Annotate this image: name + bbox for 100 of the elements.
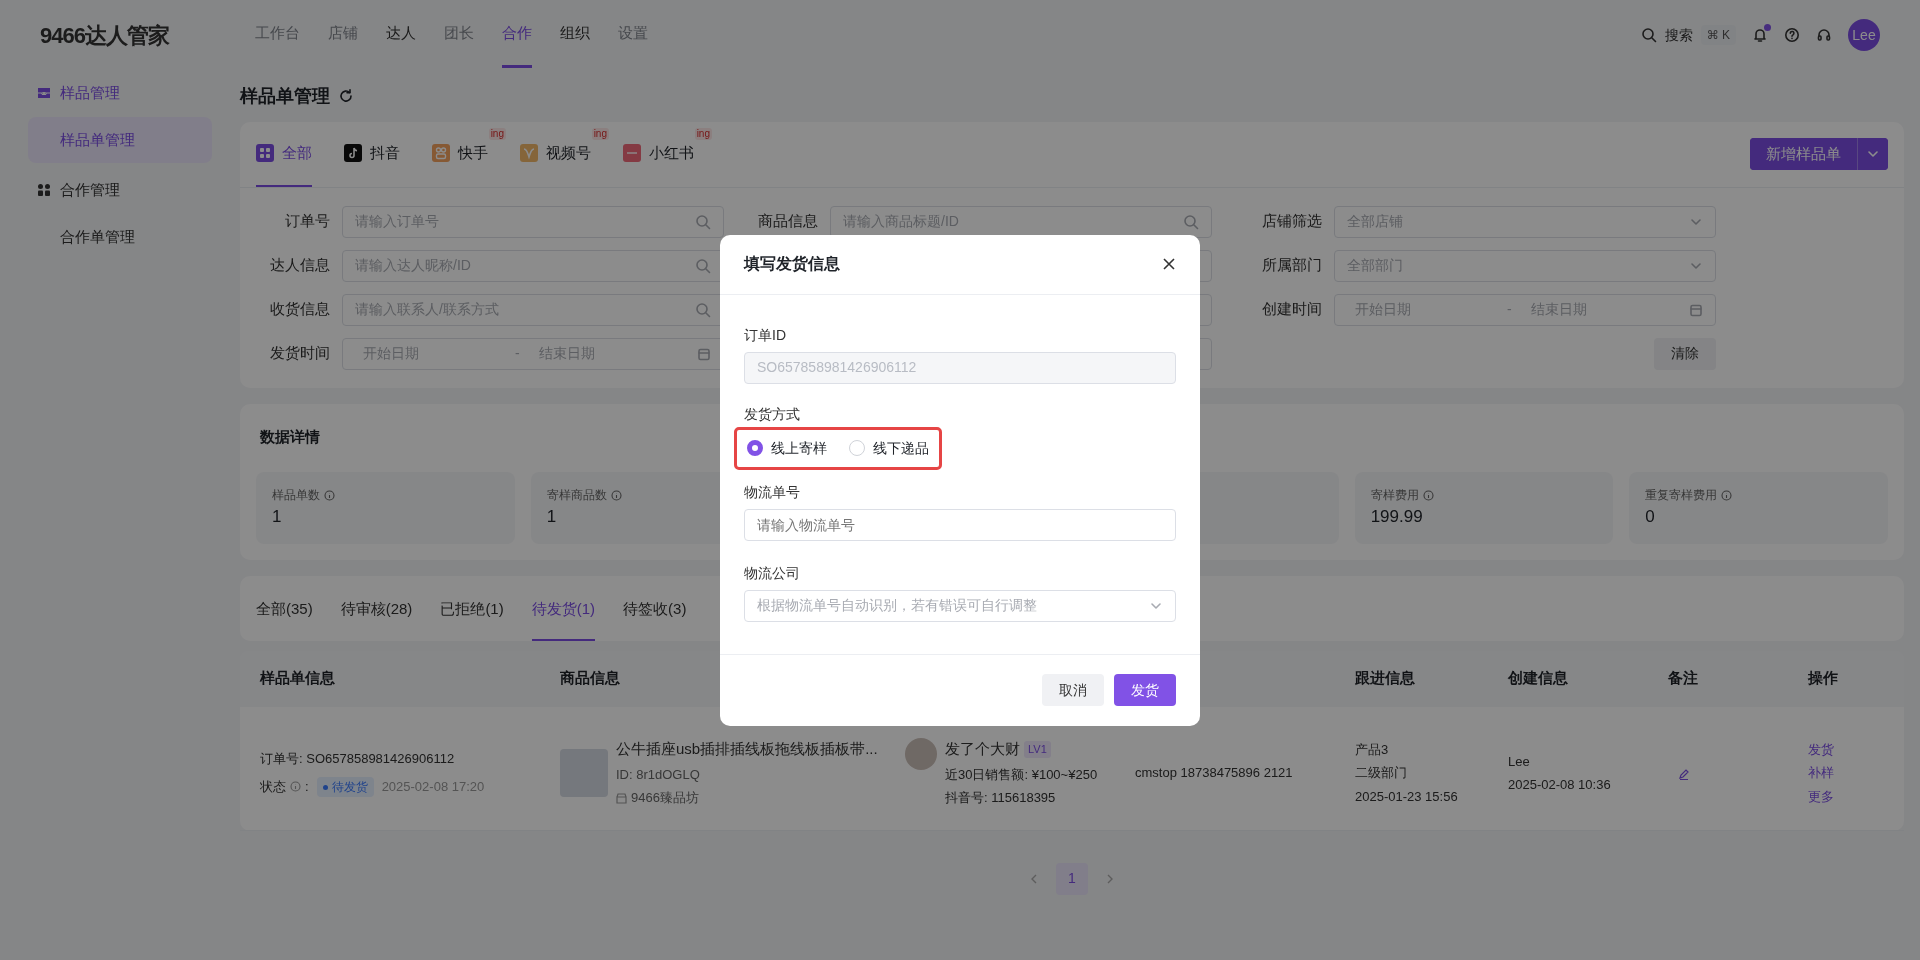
search-icon (1640, 27, 1657, 43)
contact-info: cmstop 18738475896 2121 (1135, 764, 1294, 783)
search-icon (1183, 213, 1199, 230)
beta-badge: ing (591, 128, 609, 140)
ship-button[interactable]: 发货 (1114, 674, 1176, 706)
filter-label: 发货时间 (269, 343, 330, 364)
account-id: 抖音号: 115618395 (945, 789, 1057, 808)
filter-label: 达人信息 (269, 255, 330, 276)
shop-name: 9466臻品坊 (631, 789, 699, 808)
cancel-button[interactable]: 取消 (1042, 674, 1104, 706)
edit-icon[interactable] (1678, 767, 1690, 780)
status-separator: : (305, 778, 309, 796)
user-avatar[interactable]: Lee (1848, 19, 1880, 51)
creator-name: Lee (1508, 752, 1531, 771)
order-id-field[interactable]: SO657858981426906112 (744, 351, 1176, 384)
status-tab[interactable]: 已拒绝(1) (440, 576, 504, 641)
stat-label: 寄样商品数 (546, 487, 607, 504)
close-icon[interactable] (1162, 257, 1176, 271)
dialog-title: 填写发货信息 (744, 254, 840, 275)
filter-label: 商品信息 (757, 211, 818, 232)
radio-label[interactable]: 线上寄样 (771, 437, 827, 459)
butterfly-icon (520, 144, 538, 163)
avatar-placeholder (905, 738, 937, 771)
column-header: 创建信息 (1508, 668, 1569, 689)
stat-label: 重复寄样费用 (1645, 487, 1718, 504)
tracking-number-input[interactable]: 请输入物流单号 (744, 508, 1176, 541)
action-link[interactable]: 发货 (1808, 739, 1884, 760)
sidebar-item[interactable]: 合作单管理 (28, 213, 212, 260)
stat-value: 199.99 (1370, 506, 1423, 528)
info-icon (324, 489, 335, 501)
influencer-name[interactable]: 发了个大财 (945, 738, 1020, 761)
status-tab[interactable]: 待发货(1) (531, 576, 596, 641)
shortcut-key: ⌘ K (1700, 25, 1736, 45)
calendar-icon (1689, 302, 1703, 317)
product-id: ID: 8r1dOGLQ (616, 765, 701, 784)
field-label: 物流单号 (744, 482, 801, 502)
nav-tab[interactable]: 合作 (502, 2, 532, 68)
filter-label: 收货信息 (269, 299, 330, 320)
carrier-select[interactable]: 根据物流单号自动识别，若有错误可自行调整 (744, 589, 1176, 622)
circles-icon (432, 144, 450, 163)
status-label: 状态 (260, 778, 286, 796)
radio-button[interactable] (747, 440, 763, 456)
stat-label: 寄样费用 (1370, 487, 1419, 504)
status-badge: 待发货 (316, 776, 374, 797)
column-header: 商品信息 (560, 668, 621, 689)
info-icon (290, 781, 301, 793)
new-sample-button[interactable]: 新增样品单 (1750, 138, 1858, 171)
filter-label: 订单号 (284, 211, 330, 232)
platform-tab[interactable]: 抖音 (370, 142, 400, 165)
platform-tab[interactable]: 快手 (458, 142, 488, 165)
bell-icon[interactable] (1752, 27, 1768, 43)
field-label: 物流公司 (744, 563, 801, 583)
sidebar-group[interactable]: 样品管理 (60, 82, 120, 105)
refresh-icon[interactable] (338, 88, 354, 104)
created-time: 2025-02-08 10:36 (1508, 776, 1612, 794)
nav-tab[interactable]: 达人 (386, 2, 416, 68)
shop-icon (616, 792, 627, 804)
level-badge: LV1 (1024, 741, 1051, 758)
status-tab[interactable]: 全部(35) (256, 576, 313, 641)
page-title: 样品单管理 (240, 84, 330, 108)
field-label: 订单ID (744, 325, 787, 345)
music-note-icon (344, 144, 362, 163)
sidebar-item[interactable]: 样品单管理 (28, 116, 212, 163)
beta-badge: ing (694, 128, 712, 140)
product-title[interactable]: 公牛插座usb插排插线板拖线板插板带... (616, 738, 878, 761)
page-button[interactable]: 1 (1056, 862, 1088, 895)
platform-tab[interactable]: 视频号 (546, 142, 591, 165)
action-link[interactable]: 补样 (1808, 763, 1884, 783)
platform-tab[interactable]: 小红书 (649, 142, 694, 165)
info-icon (1422, 489, 1434, 501)
search-icon (695, 301, 711, 318)
search-icon (695, 257, 711, 274)
status-tab[interactable]: 待审核(28) (340, 576, 413, 641)
search-label[interactable]: 搜索 (1664, 24, 1693, 46)
column-header: 备注 (1668, 668, 1699, 689)
stat-value: 0 (1645, 506, 1655, 528)
radio-label[interactable]: 线下递品 (873, 437, 929, 459)
headset-icon[interactable] (1816, 27, 1832, 43)
info-icon (1721, 489, 1733, 501)
status-time: 2025-02-08 17:20 (381, 778, 485, 796)
info-icon (610, 489, 622, 501)
help-icon[interactable] (1784, 27, 1800, 43)
follow-info: 产品3 (1355, 740, 1390, 759)
column-header: 样品单信息 (260, 668, 336, 689)
sales-range: 近30日销售额: ¥100~¥250 (945, 765, 1098, 784)
filter-label: 店铺筛选 (1261, 211, 1322, 232)
sidebar-group[interactable]: 合作管理 (60, 179, 120, 202)
action-link[interactable]: 更多 (1808, 786, 1884, 807)
logo: 9466达人管家 (40, 21, 171, 50)
clear-button[interactable]: 清除 (1654, 337, 1716, 370)
nav-tab[interactable]: 组织 (560, 2, 590, 68)
four-squares-icon (36, 182, 52, 199)
column-header: 跟进信息 (1355, 668, 1416, 689)
beta-badge: ing (488, 128, 506, 140)
status-tab[interactable]: 待签收(3) (623, 576, 687, 641)
calendar-icon (697, 346, 711, 361)
follow-info: 二级部门 (1355, 764, 1408, 783)
search-icon (695, 213, 711, 230)
platform-tab[interactable]: 全部 (282, 142, 312, 165)
stat-value: 1 (546, 506, 557, 528)
